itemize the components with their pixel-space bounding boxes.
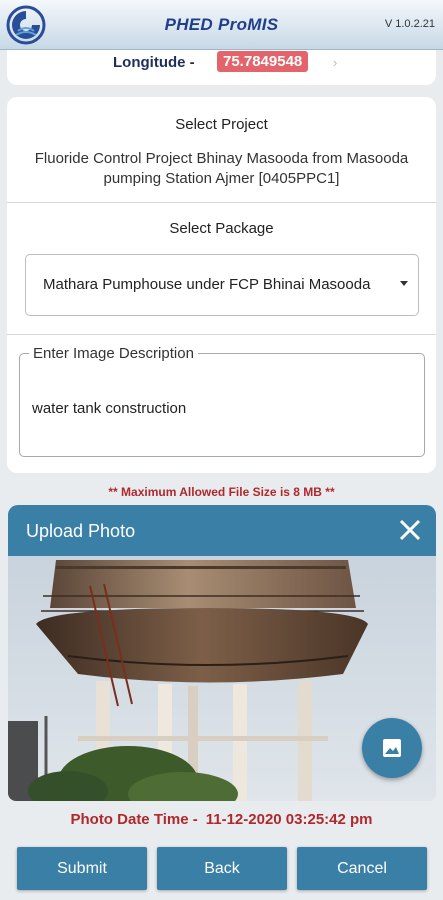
max-file-size-notice: ** Maximum Allowed File Size is 8 MB ** (108, 485, 335, 499)
choose-image-button[interactable] (362, 718, 422, 778)
upload-photo-header: Upload Photo (8, 505, 436, 556)
image-description-label: Enter Image Description (29, 345, 198, 362)
dropdown-caret-icon (400, 281, 408, 286)
image-icon (383, 739, 401, 757)
chevron-right-icon: › (333, 55, 338, 70)
close-icon[interactable] (396, 516, 424, 544)
image-description-field[interactable]: Enter Image Description water tank const… (19, 345, 425, 457)
back-button[interactable]: Back (157, 847, 287, 890)
app-version: V 1.0.2.21 (384, 18, 435, 30)
photo-date-value: 11-12-2020 03:25:42 pm (205, 811, 373, 828)
divider (7, 334, 436, 335)
upload-photo-panel: Upload Photo (8, 505, 436, 801)
image-description-input[interactable]: water tank construction (32, 400, 186, 417)
longitude-value: 75.7849548 (217, 51, 309, 72)
submit-button[interactable]: Submit (17, 847, 147, 890)
app-title: PHED ProMIS (164, 15, 279, 34)
project-name[interactable]: Fluoride Control Project Bhinay Masooda … (27, 149, 416, 189)
photo-date-label: Photo Date Time - (70, 811, 198, 828)
package-select-value: Mathara Pumphouse under FCP Bhinai Masoo… (43, 276, 371, 293)
app-bar: PHED ProMIS V 1.0.2.21 (0, 0, 443, 50)
photo-date-time: Photo Date Time - 11-12-2020 03:25:42 pm (0, 811, 443, 828)
package-select[interactable]: Mathara Pumphouse under FCP Bhinai Masoo… (25, 254, 419, 316)
location-card: Longitude - 75.7849548 › (7, 50, 436, 85)
longitude-label: Longitude - (113, 54, 195, 71)
cancel-button[interactable]: Cancel (297, 847, 427, 890)
upload-photo-title: Upload Photo (26, 521, 136, 541)
divider (7, 202, 436, 203)
select-project-heading: Select Project (175, 116, 268, 133)
select-package-heading: Select Package (169, 220, 274, 237)
form-card: Select Project Fluoride Control Project … (7, 97, 436, 473)
